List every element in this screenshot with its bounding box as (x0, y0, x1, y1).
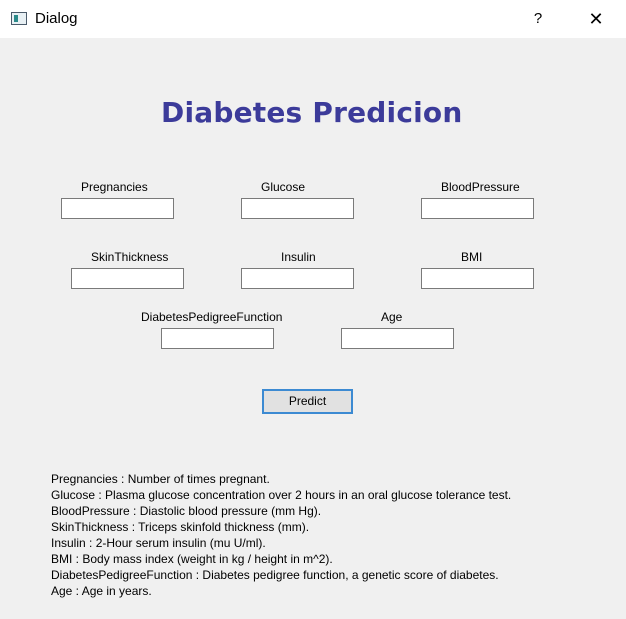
page-title: Diabetes Predicion (161, 96, 463, 129)
description-line: Age : Age in years. (51, 584, 152, 598)
predict-button[interactable]: Predict (262, 389, 353, 414)
skin-thickness-label: SkinThickness (91, 250, 169, 264)
blood-pressure-label: BloodPressure (441, 180, 520, 194)
bmi-input[interactable] (421, 268, 534, 289)
help-icon[interactable]: ? (520, 4, 556, 34)
skin-thickness-input[interactable] (71, 268, 184, 289)
close-icon[interactable]: ✕ (576, 4, 616, 34)
description-line: Glucose : Plasma glucose concentration o… (51, 488, 512, 502)
age-label: Age (381, 310, 403, 324)
field-descriptions: Pregnancies : Number of times pregnant. … (51, 471, 511, 599)
dpf-label: DiabetesPedigreeFunction (141, 310, 283, 324)
description-line: Insulin : 2-Hour serum insulin (mu U/ml)… (51, 536, 266, 550)
age-input[interactable] (341, 328, 454, 349)
description-line: DiabetesPedigreeFunction : Diabetes pedi… (51, 568, 499, 582)
window-title: Dialog (35, 10, 78, 27)
window-app-icon (11, 12, 27, 25)
bmi-label: BMI (461, 250, 483, 264)
glucose-label: Glucose (261, 180, 306, 194)
description-line: Pregnancies : Number of times pregnant. (51, 472, 270, 486)
pregnancies-label: Pregnancies (81, 180, 148, 194)
insulin-label: Insulin (281, 250, 316, 264)
dpf-input[interactable] (161, 328, 274, 349)
description-line: SkinThickness : Triceps skinfold thickne… (51, 520, 310, 534)
glucose-input[interactable] (241, 198, 354, 219)
title-bar: Dialog ? ✕ (0, 0, 626, 38)
description-line: BMI : Body mass index (weight in kg / he… (51, 552, 333, 566)
insulin-input[interactable] (241, 268, 354, 289)
blood-pressure-input[interactable] (421, 198, 534, 219)
pregnancies-input[interactable] (61, 198, 174, 219)
description-line: BloodPressure : Diastolic blood pressure… (51, 504, 322, 518)
